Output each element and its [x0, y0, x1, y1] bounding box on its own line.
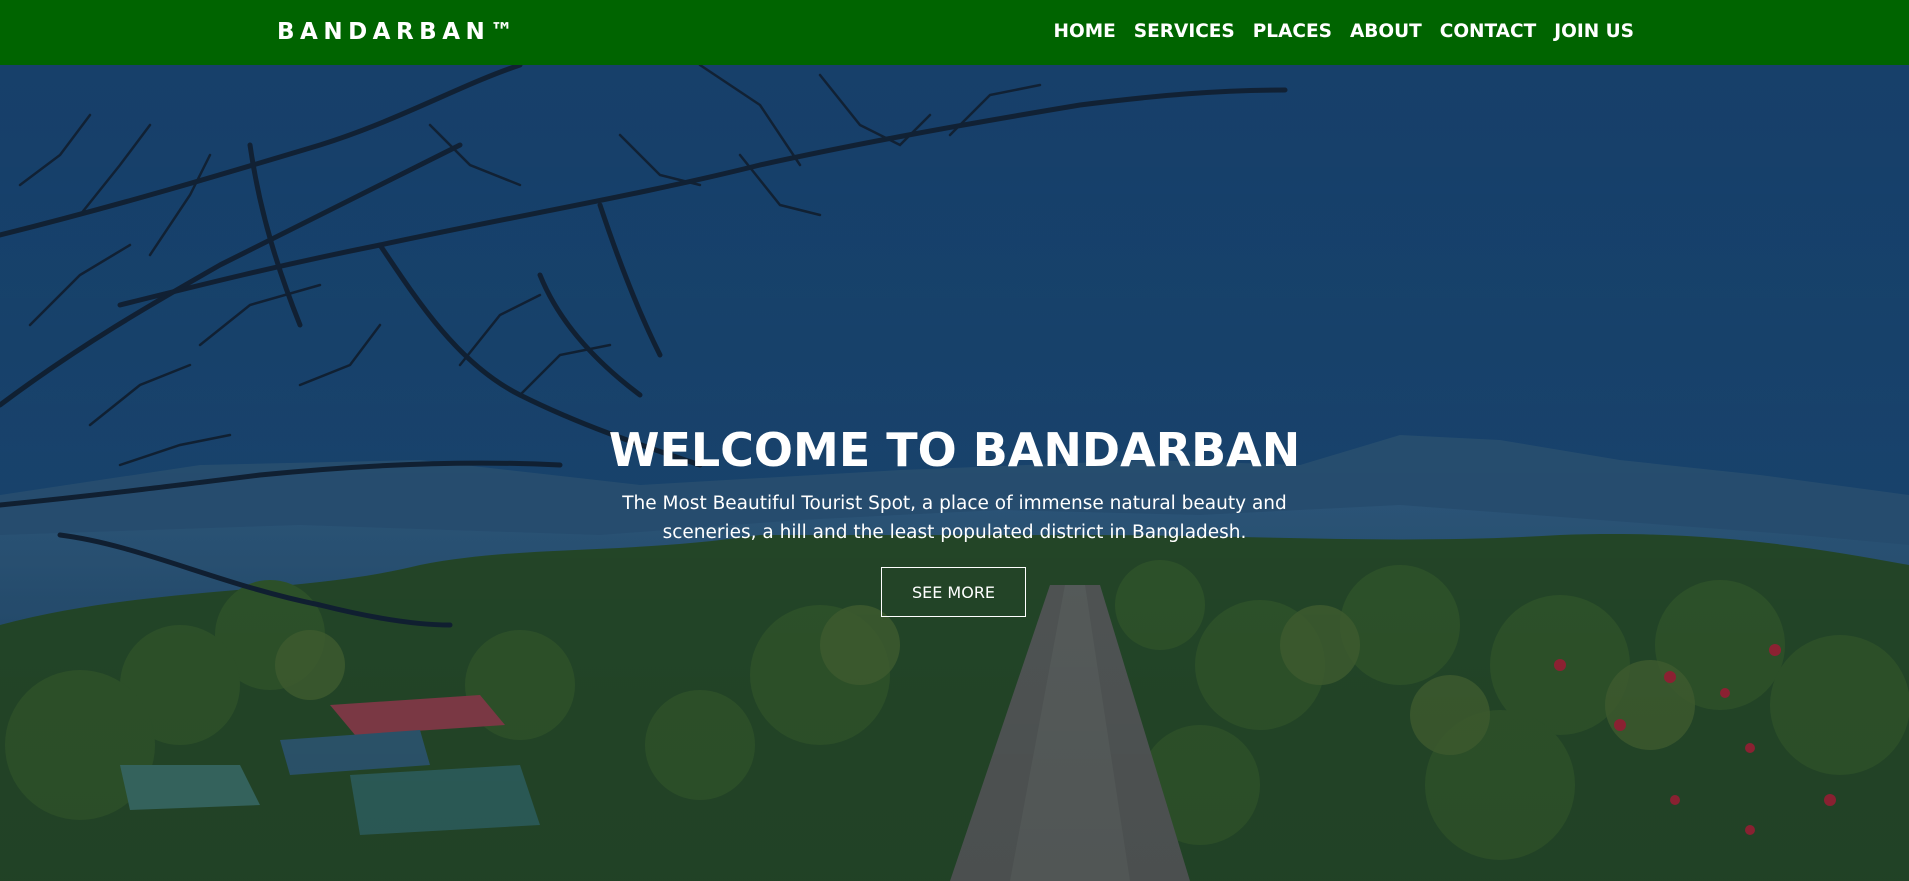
hero-description-line1: The Most Beautiful Tourist Spot, a place… — [622, 493, 1287, 514]
see-more-button[interactable]: SEE MORE — [881, 567, 1026, 617]
hero-description: The Most Beautiful Tourist Spot, a place… — [0, 489, 1909, 547]
nav-item-places: PLACES — [1253, 21, 1332, 42]
nav-item-home: HOME — [1054, 21, 1116, 42]
nav-link-about[interactable]: ABOUT — [1350, 21, 1422, 42]
nav-item-contact: CONTACT — [1440, 21, 1536, 42]
nav-item-services: SERVICES — [1134, 21, 1235, 42]
top-navbar: BANDARBAN™ HOME SERVICES PLACES ABOUT CO… — [0, 0, 1909, 65]
hero-description-line2: sceneries, a hill and the least populate… — [662, 522, 1247, 543]
nav-link-services[interactable]: SERVICES — [1134, 21, 1235, 42]
nav-menu: HOME SERVICES PLACES ABOUT CONTACT JOIN … — [1054, 21, 1634, 42]
hero-title: WELCOME TO BANDARBAN — [608, 423, 1301, 477]
nav-item-about: ABOUT — [1350, 21, 1422, 42]
nav-link-home[interactable]: HOME — [1054, 21, 1116, 42]
nav-link-places[interactable]: PLACES — [1253, 21, 1332, 42]
nav-link-join-us[interactable]: JOIN US — [1554, 21, 1634, 42]
nav-item-join-us: JOIN US — [1554, 21, 1634, 42]
hero-section: WELCOME TO BANDARBAN The Most Beautiful … — [0, 65, 1909, 881]
hero-content: WELCOME TO BANDARBAN The Most Beautiful … — [0, 65, 1909, 881]
brand-logo[interactable]: BANDARBAN™ — [277, 19, 519, 45]
nav-link-contact[interactable]: CONTACT — [1440, 21, 1536, 42]
